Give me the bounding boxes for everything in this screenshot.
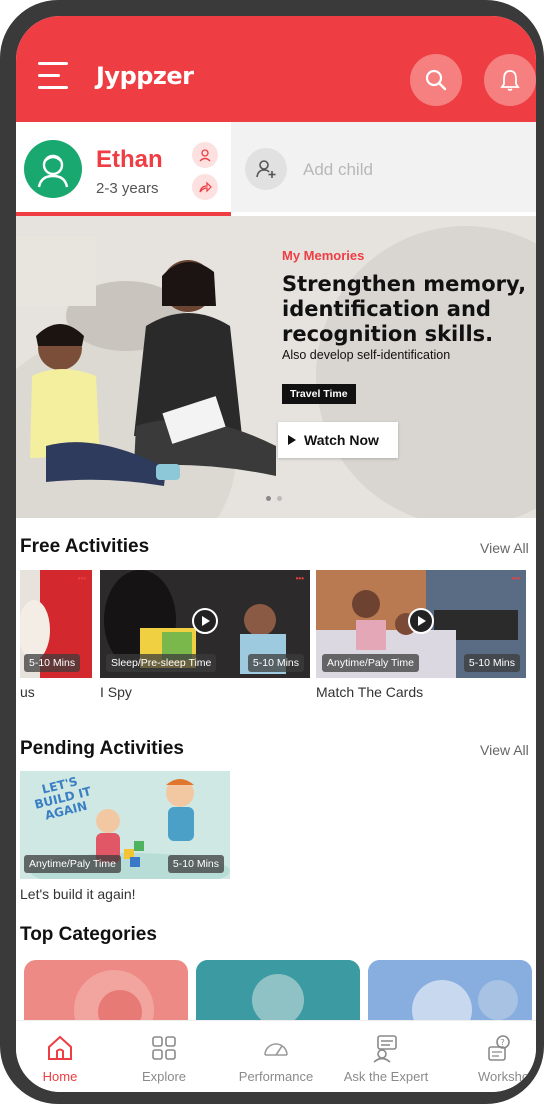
play-icon[interactable] [192,608,218,634]
activity-caption: Match The Cards [316,684,424,700]
child-age: 2-3 years [96,180,159,197]
pending-activities-title: Pending Activities [20,738,184,759]
pending-activities-view-all[interactable]: View All [480,742,529,758]
watch-now-label: Watch Now [304,432,379,448]
share-icon [199,181,212,193]
banner-shape [316,226,536,518]
grid-icon [152,1036,176,1060]
child-face-icon [37,154,69,188]
nav-label: Workshop [478,1069,536,1084]
workshop-icon: ? [488,1035,510,1061]
add-child-label: Add child [303,160,373,179]
banner-tag: My Memories [282,248,365,263]
carousel-dot[interactable] [266,496,271,501]
brand-mark: ••• [511,574,520,583]
nav-home[interactable]: Home [16,1021,112,1092]
svg-text:?: ? [501,1038,505,1047]
activity-card[interactable]: ••• 5-10 Mins [20,570,92,678]
free-activities-view-all[interactable]: View All [480,540,529,556]
edit-profile-button[interactable] [192,142,218,168]
app-logo: Jyppzer [96,62,194,90]
nav-explore[interactable]: Explore [112,1021,216,1092]
featured-banner[interactable]: My Memories Strengthen memory, identific… [16,216,536,518]
watch-now-button[interactable]: Watch Now [278,422,398,458]
child-avatar [24,140,82,198]
carousel-dots[interactable] [266,496,282,501]
banner-category-pill: Travel Time [282,384,356,404]
category-badge: Anytime/Paly Time [322,654,419,672]
nav-label: Home [42,1069,78,1084]
app-header: Jyppzer [16,16,536,122]
nav-ask-the-expert[interactable]: Ask the Expert [334,1021,438,1092]
search-button[interactable] [410,54,462,106]
bell-icon [500,70,520,91]
child-tab-active[interactable]: Ethan 2-3 years [16,122,231,216]
free-activities-title: Free Activities [20,536,150,557]
gauge-icon [264,1043,288,1056]
banner-subheading: Also develop self-identification [282,348,451,362]
duration-badge: 5-10 Mins [463,654,520,672]
banner-heading: Strengthen memory, identification and re… [282,272,527,346]
pending-activity-card[interactable]: LET'S BUILD IT AGAIN Anytime/Paly Time 5… [20,771,230,879]
user-edit-icon [199,149,211,162]
category-badge: Anytime/Paly Time [24,855,121,873]
duration-badge: 5-10 Mins [167,855,224,873]
nav-label: Performance [238,1069,314,1084]
top-categories-title: Top Categories [20,924,157,945]
duration-badge: 5-10 Mins [247,654,304,672]
brand-mark: ••• [295,574,304,583]
nav-workshop[interactable]: ? Workshop [448,1021,536,1092]
activity-caption: us [20,684,35,700]
phone-frame: Jyppzer Ethan 2-3 years Add child My Mem… [0,0,544,1104]
activity-caption: I Spy [100,684,132,700]
category-badge: Sleep/Pre-sleep Time [106,654,217,672]
carousel-dot[interactable] [277,496,282,501]
child-selector: Ethan 2-3 years Add child [16,122,536,216]
activity-caption: Let's build it again! [20,886,136,902]
activity-card[interactable]: ••• Sleep/Pre-sleep Time 5-10 Mins [100,570,310,678]
banner-photo [16,236,276,486]
child-name: Ethan [96,146,163,173]
activity-card[interactable]: ••• Anytime/Paly Time 5-10 Mins [316,570,526,678]
nav-label: Explore [141,1069,187,1084]
app-screen: Jyppzer Ethan 2-3 years Add child My Mem… [16,16,536,1092]
notification-button[interactable] [484,54,536,106]
add-child-button[interactable]: Add child [231,122,536,212]
nav-performance[interactable]: Performance [224,1021,328,1092]
expert-icon [373,1035,397,1063]
hamburger-icon[interactable] [38,62,70,92]
search-icon [425,69,447,91]
home-icon [48,1035,72,1060]
play-icon[interactable] [408,608,434,634]
brand-mark: ••• [77,574,86,583]
bottom-navigation: Home Explore Performance Ask the Expert … [16,1020,536,1092]
add-user-icon [245,148,287,190]
share-profile-button[interactable] [192,174,218,200]
duration-badge: 5-10 Mins [24,654,81,672]
play-icon [288,435,296,445]
nav-label: Ask the Expert [343,1069,429,1084]
